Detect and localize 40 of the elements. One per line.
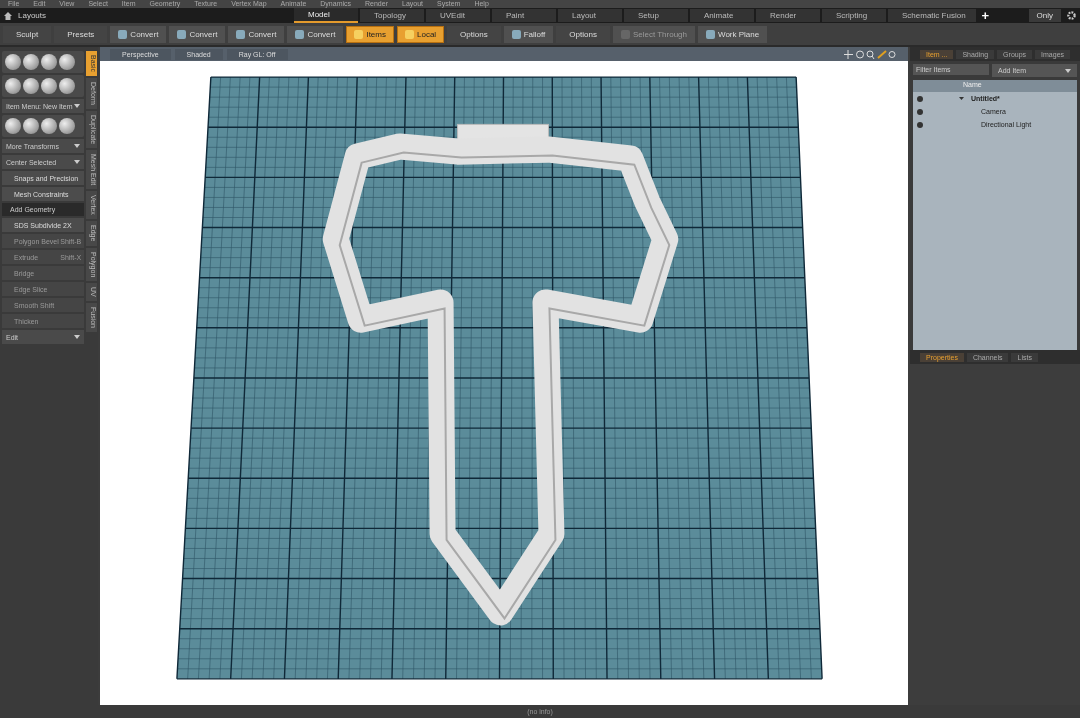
layout-tab[interactable]: Setup <box>624 9 688 22</box>
shape-tool-icon[interactable] <box>5 54 21 70</box>
toolbar-button[interactable]: Items <box>346 25 394 43</box>
layout-tab[interactable]: Model <box>294 8 358 23</box>
home-icon[interactable] <box>4 11 12 20</box>
gear-icon[interactable] <box>1067 11 1076 20</box>
toolbar-button[interactable]: Options <box>447 25 501 43</box>
layout-tab[interactable]: Schematic Fusion <box>888 9 976 22</box>
shape-tool-icon[interactable] <box>5 118 21 134</box>
shape-tool-icon[interactable] <box>41 54 57 70</box>
shape-tool-icon[interactable] <box>41 118 57 134</box>
toolbar-button[interactable]: Work Plane <box>698 25 768 43</box>
toolbar-button[interactable]: Falloff <box>503 25 554 43</box>
toolbar-button[interactable]: Local <box>397 25 445 43</box>
layout-tab[interactable]: Topology <box>360 9 424 22</box>
toolbar-button[interactable]: Sculpt <box>3 25 52 43</box>
shape-tool-icon[interactable] <box>23 118 39 134</box>
toolbar-button[interactable]: Convert <box>169 25 226 43</box>
shape-tool-icon[interactable] <box>23 78 39 94</box>
layout-tab[interactable]: Layout <box>558 9 622 22</box>
layouts-label[interactable]: Layouts <box>18 11 288 20</box>
toolbar-button[interactable]: Presets <box>54 25 108 43</box>
toolbar-button[interactable]: Options <box>556 25 610 43</box>
add-tab-button[interactable]: + <box>977 9 994 22</box>
layout-tab[interactable]: Render <box>756 9 820 22</box>
shape-tool-icon[interactable] <box>41 78 57 94</box>
shape-tool-icon[interactable] <box>23 54 39 70</box>
layout-tab[interactable]: Paint <box>492 9 556 22</box>
shape-tool-icon[interactable] <box>59 118 75 134</box>
layout-tab[interactable]: Scripting <box>822 9 886 22</box>
toolbar-button[interactable]: Convert <box>110 25 167 43</box>
shape-tool-icon[interactable] <box>59 54 75 70</box>
shape-tool-icon[interactable] <box>5 78 21 94</box>
caret-icon[interactable] <box>959 96 964 101</box>
layout-tab[interactable]: Animate <box>690 9 754 22</box>
shape-tool-icon[interactable] <box>59 78 75 94</box>
layout-tab[interactable]: UVEdit <box>426 9 490 22</box>
only-button[interactable]: Only <box>1028 9 1061 22</box>
toolbar-button[interactable]: Convert <box>287 25 344 43</box>
toolbar-button[interactable]: Convert <box>228 25 285 43</box>
